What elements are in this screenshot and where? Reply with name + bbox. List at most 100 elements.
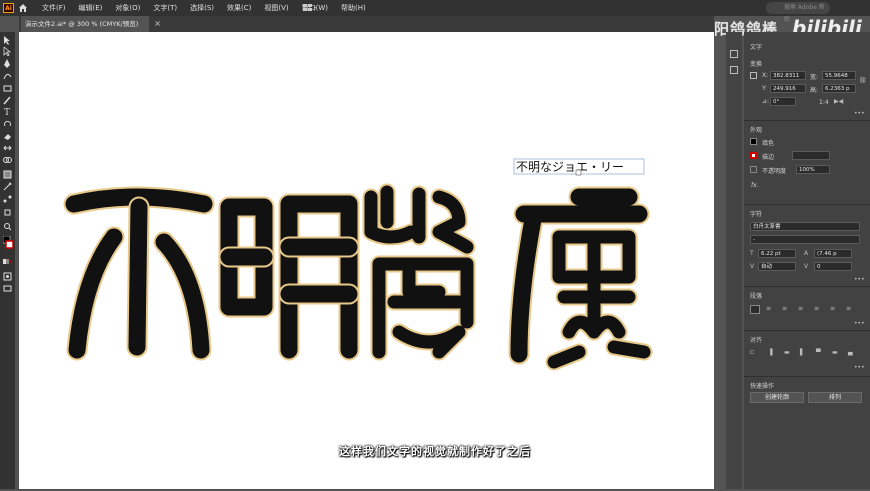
help-search-input[interactable]: 搜索 Adobe 帮助 (766, 2, 830, 23)
vertical-align-bottom-icon[interactable]: ▄ (848, 349, 853, 356)
leading-field[interactable]: (7.46 p (814, 249, 852, 258)
stroke-label: 描边 (762, 154, 775, 161)
height-field[interactable]: 6.2363 p (822, 84, 856, 93)
horizontal-align-center-icon[interactable]: ▬ (784, 349, 790, 356)
w-label: 宽: (810, 74, 819, 81)
menu-effect[interactable]: 效果(C) (227, 3, 251, 13)
constrain-proportions-icon[interactable]: ⛓ (859, 77, 867, 84)
eyedropper-tool-icon[interactable] (3, 182, 12, 191)
type-tool-icon[interactable]: T (3, 107, 12, 116)
direct-selection-tool-icon[interactable] (3, 47, 12, 56)
arrange-button[interactable]: 排列 (808, 392, 862, 403)
font-style-field[interactable]: - (750, 235, 860, 244)
justify-all-button[interactable]: ≡ (846, 305, 851, 312)
selection-tool-icon[interactable] (3, 36, 12, 45)
stroke-weight-field[interactable] (792, 151, 830, 160)
fill-swatch[interactable] (750, 138, 757, 145)
vertical-align-center-icon[interactable]: ▬ (832, 349, 838, 356)
zoom-tool-icon[interactable] (3, 222, 12, 231)
align-right-button[interactable]: ≡ (782, 305, 787, 312)
paintbrush-tool-icon[interactable] (3, 96, 12, 105)
menu-file[interactable]: 文件(F) (42, 3, 66, 13)
fill-stroke-swatch[interactable] (3, 236, 13, 249)
align-to-icon[interactable]: ⊏ (750, 349, 755, 356)
shape-builder-tool-icon[interactable] (3, 156, 12, 164)
menu-edit[interactable]: 编辑(E) (79, 3, 103, 13)
eraser-tool-icon[interactable] (3, 132, 12, 140)
horizontal-align-left-icon[interactable]: ▐ (768, 349, 773, 356)
flip-horizontal-icon[interactable]: ▶◀ (834, 98, 843, 105)
create-outlines-button[interactable]: 创建轮廓 (750, 392, 804, 403)
more-options-icon[interactable]: ••• (854, 110, 865, 117)
character-more-icon[interactable]: ••• (854, 276, 865, 283)
menu-view[interactable]: 视图(V) (264, 3, 288, 13)
artboard-canvas[interactable]: 不明なジョエ・リー (19, 32, 714, 489)
screen-mode-icon[interactable] (3, 284, 12, 292)
color-mode-icon[interactable] (3, 258, 12, 266)
x-field[interactable]: 382.8311 (770, 71, 806, 80)
properties-panel: 文字 变换 X: 382.8311 宽: 55.9648 Y: 249.916 … (744, 32, 870, 489)
tracking-field[interactable]: 0 (814, 262, 852, 271)
align-left-button[interactable] (750, 305, 760, 314)
reference-point-icon[interactable] (750, 72, 757, 79)
width-tool-icon[interactable] (3, 144, 12, 152)
width-field[interactable]: 55.9648 (822, 71, 856, 80)
document-tab-label: 演示文件2.ai* @ 300 % (CMYK/预览) (25, 20, 139, 28)
draw-mode-icon[interactable] (3, 272, 12, 281)
y-label: Y: (762, 85, 767, 92)
rotate-tool-icon[interactable] (3, 120, 12, 128)
y-field[interactable]: 249.916 (770, 84, 806, 93)
selection-handle[interactable] (575, 169, 582, 176)
align-header: 对齐 (750, 337, 763, 344)
curvature-tool-icon[interactable] (3, 71, 12, 80)
justify-left-button[interactable]: ≡ (798, 305, 803, 312)
artboards-panel-icon[interactable] (730, 66, 738, 74)
horizontal-align-right-icon[interactable]: ▌ (800, 349, 805, 356)
paragraph-header: 段落 (750, 293, 763, 300)
align-more-icon[interactable]: ••• (854, 364, 865, 371)
font-family-field[interactable]: 白舟太篆書 (750, 222, 860, 231)
blend-tool-icon[interactable] (3, 195, 12, 203)
workspace-switcher-icon[interactable] (303, 3, 317, 13)
collapsed-panels-strip (726, 32, 742, 489)
menu-help[interactable]: 帮助(H) (341, 3, 366, 13)
h-label: 高: (810, 87, 819, 94)
character-header: 字符 (750, 211, 763, 218)
fx-icon[interactable]: fx. (751, 182, 759, 189)
glyph-char-2 (218, 193, 360, 361)
menu-type[interactable]: 文字(T) (153, 3, 177, 13)
paragraph-more-icon[interactable]: ••• (854, 320, 865, 327)
gradient-tool-icon[interactable] (3, 170, 12, 179)
align-center-button[interactable]: ≡ (766, 305, 771, 312)
font-size-field[interactable]: 6.22 pt (758, 249, 796, 258)
angle-field[interactable]: 0° (770, 97, 796, 106)
glyph-char-1 (63, 186, 215, 361)
illustrator-logo: Ai (3, 3, 14, 13)
document-tab[interactable]: 演示文件2.ai* @ 300 % (CMYK/预览) × (21, 16, 161, 32)
angle-label: ⊿: (762, 98, 770, 105)
fill-label: 填色 (762, 140, 775, 147)
font-size-icon: T (750, 250, 754, 257)
opacity-icon (750, 166, 757, 173)
menu-object[interactable]: 对象(O) (115, 3, 140, 13)
small-text-object[interactable]: 不明なジョエ・リー (516, 160, 624, 174)
opacity-field[interactable]: 100% (796, 165, 830, 174)
pen-tool-icon[interactable] (3, 59, 12, 68)
artwork-svg: 不明なジョエ・リー (63, 158, 653, 371)
document-tab-bar: 演示文件2.ai* @ 300 % (CMYK/预览) × (19, 16, 714, 32)
kerning-field[interactable]: 自动 (758, 262, 796, 271)
layers-panel-icon[interactable] (730, 50, 738, 58)
justify-center-button[interactable]: ≡ (814, 305, 819, 312)
rectangle-tool-icon[interactable] (3, 84, 12, 92)
x-label: X: (762, 72, 769, 79)
tools-panel: T (0, 32, 15, 489)
home-icon[interactable] (18, 3, 28, 13)
justify-right-button[interactable]: ≡ (830, 305, 835, 312)
close-tab-icon[interactable]: × (154, 16, 161, 32)
menu-select[interactable]: 选择(S) (190, 3, 214, 13)
stroke-swatch[interactable] (750, 152, 757, 159)
artboard-tool-icon[interactable] (3, 208, 12, 216)
vertical-align-top-icon[interactable]: ▀ (816, 349, 821, 356)
quick-actions-header: 快速操作 (750, 383, 775, 390)
appearance-header: 外观 (750, 127, 763, 134)
